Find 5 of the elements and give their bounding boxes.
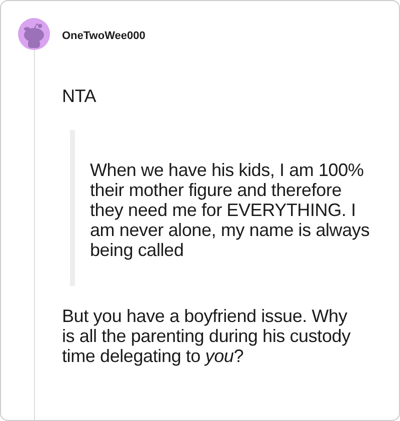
quote-text: When we have his kids, I am 100% their mother figure and therefore they need me for EVERYTHING. I am never alone, my name is always being called	[90, 160, 370, 260]
avatar-icon[interactable]	[18, 18, 50, 50]
username[interactable]: OneTwoWee000	[62, 30, 146, 42]
comment-text: But you have a boyfriend issue. Why is all the parenting during his custody time delegating to you?	[62, 306, 352, 366]
comment-text: NTA	[62, 86, 98, 106]
